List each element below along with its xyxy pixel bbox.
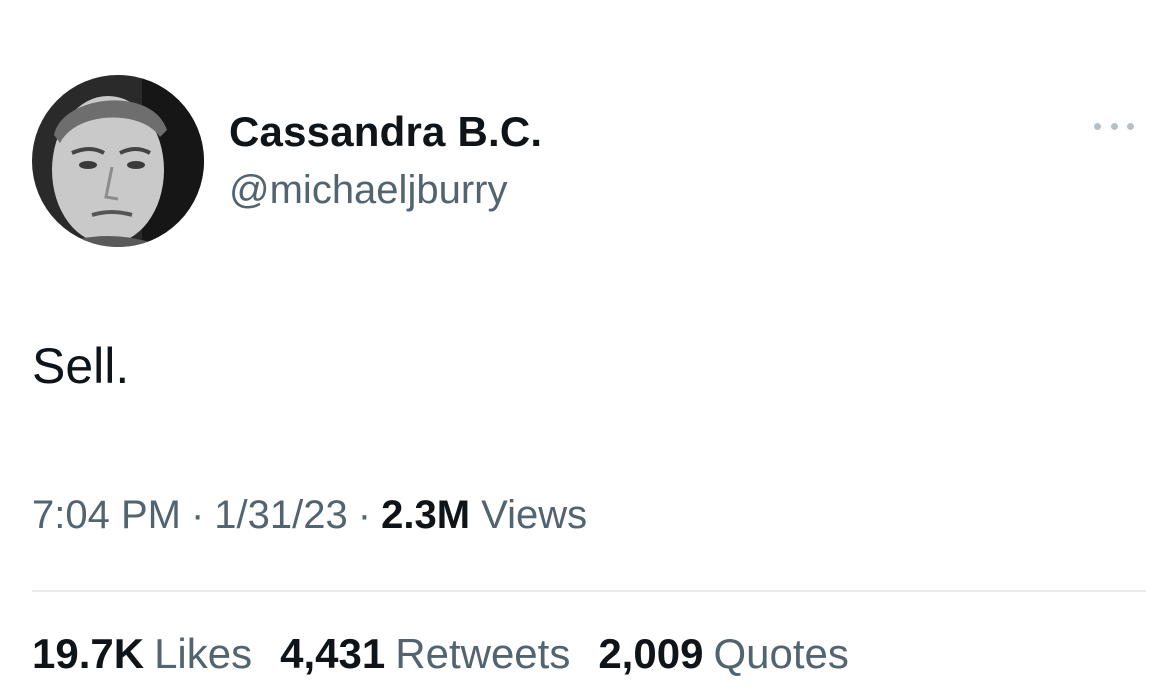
profile-photo-icon bbox=[32, 75, 204, 247]
quotes-count: 2,009 bbox=[598, 630, 704, 677]
retweets-count: 4,431 bbox=[280, 630, 386, 677]
more-dots-icon bbox=[1110, 122, 1118, 130]
meta-separator: · bbox=[190, 493, 205, 537]
tweet-time[interactable]: 7:04 PM bbox=[32, 493, 181, 537]
user-handle[interactable]: @michaeljburry bbox=[229, 168, 507, 213]
likes-stat[interactable]: 19.7K Likes bbox=[32, 630, 252, 678]
views-label: Views bbox=[481, 493, 588, 537]
engagement-stats: 19.7K Likes 4,431 Retweets 2,009 Quotes bbox=[32, 630, 849, 678]
more-dots-icon bbox=[1127, 122, 1134, 130]
quotes-stat[interactable]: 2,009 Quotes bbox=[598, 630, 849, 678]
more-options-button[interactable] bbox=[1094, 114, 1134, 138]
avatar[interactable] bbox=[32, 75, 204, 247]
tweet-text: Sell. bbox=[32, 338, 130, 394]
meta-separator: · bbox=[357, 493, 372, 537]
retweets-label: Retweets bbox=[395, 630, 571, 677]
retweets-stat[interactable]: 4,431 Retweets bbox=[280, 630, 570, 678]
views-count: 2.3M bbox=[381, 493, 471, 537]
tweet-card: Cassandra B.C. @michaeljburry Sell. 7:04… bbox=[0, 0, 1154, 700]
quotes-label: Quotes bbox=[713, 630, 849, 677]
tweet-meta: 7:04 PM · 1/31/23 · 2.3M Views bbox=[32, 493, 587, 538]
tweet-date[interactable]: 1/31/23 bbox=[214, 493, 347, 537]
more-dots-icon bbox=[1094, 122, 1101, 130]
likes-count: 19.7K bbox=[32, 630, 145, 677]
display-name[interactable]: Cassandra B.C. bbox=[229, 108, 542, 156]
likes-label: Likes bbox=[154, 630, 253, 677]
divider bbox=[32, 590, 1146, 592]
